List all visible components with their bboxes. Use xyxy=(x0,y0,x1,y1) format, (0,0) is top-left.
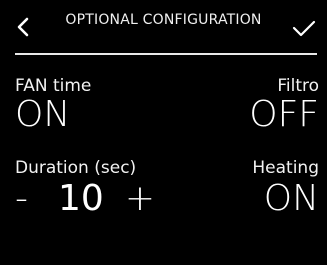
duration-plus-button[interactable]: + xyxy=(125,179,155,219)
duration-value: 10 xyxy=(58,178,104,219)
fan-time-value[interactable]: ON xyxy=(15,95,70,135)
filtro-label: Filtro xyxy=(277,76,319,96)
duration-minus-button[interactable]: - xyxy=(15,179,37,219)
heating-label: Heating xyxy=(252,158,319,178)
fan-time-label: FAN time xyxy=(15,76,92,96)
duration-stepper: - 10 + xyxy=(15,178,155,219)
header-divider xyxy=(15,53,317,55)
heating-value[interactable]: ON xyxy=(264,179,319,219)
page-title: OPTIONAL CONFIGURATION xyxy=(65,12,262,28)
confirm-button[interactable] xyxy=(287,12,321,44)
duration-label: Duration (sec) xyxy=(15,158,137,178)
filtro-value[interactable]: OFF xyxy=(249,95,319,135)
checkmark-icon xyxy=(292,20,316,37)
